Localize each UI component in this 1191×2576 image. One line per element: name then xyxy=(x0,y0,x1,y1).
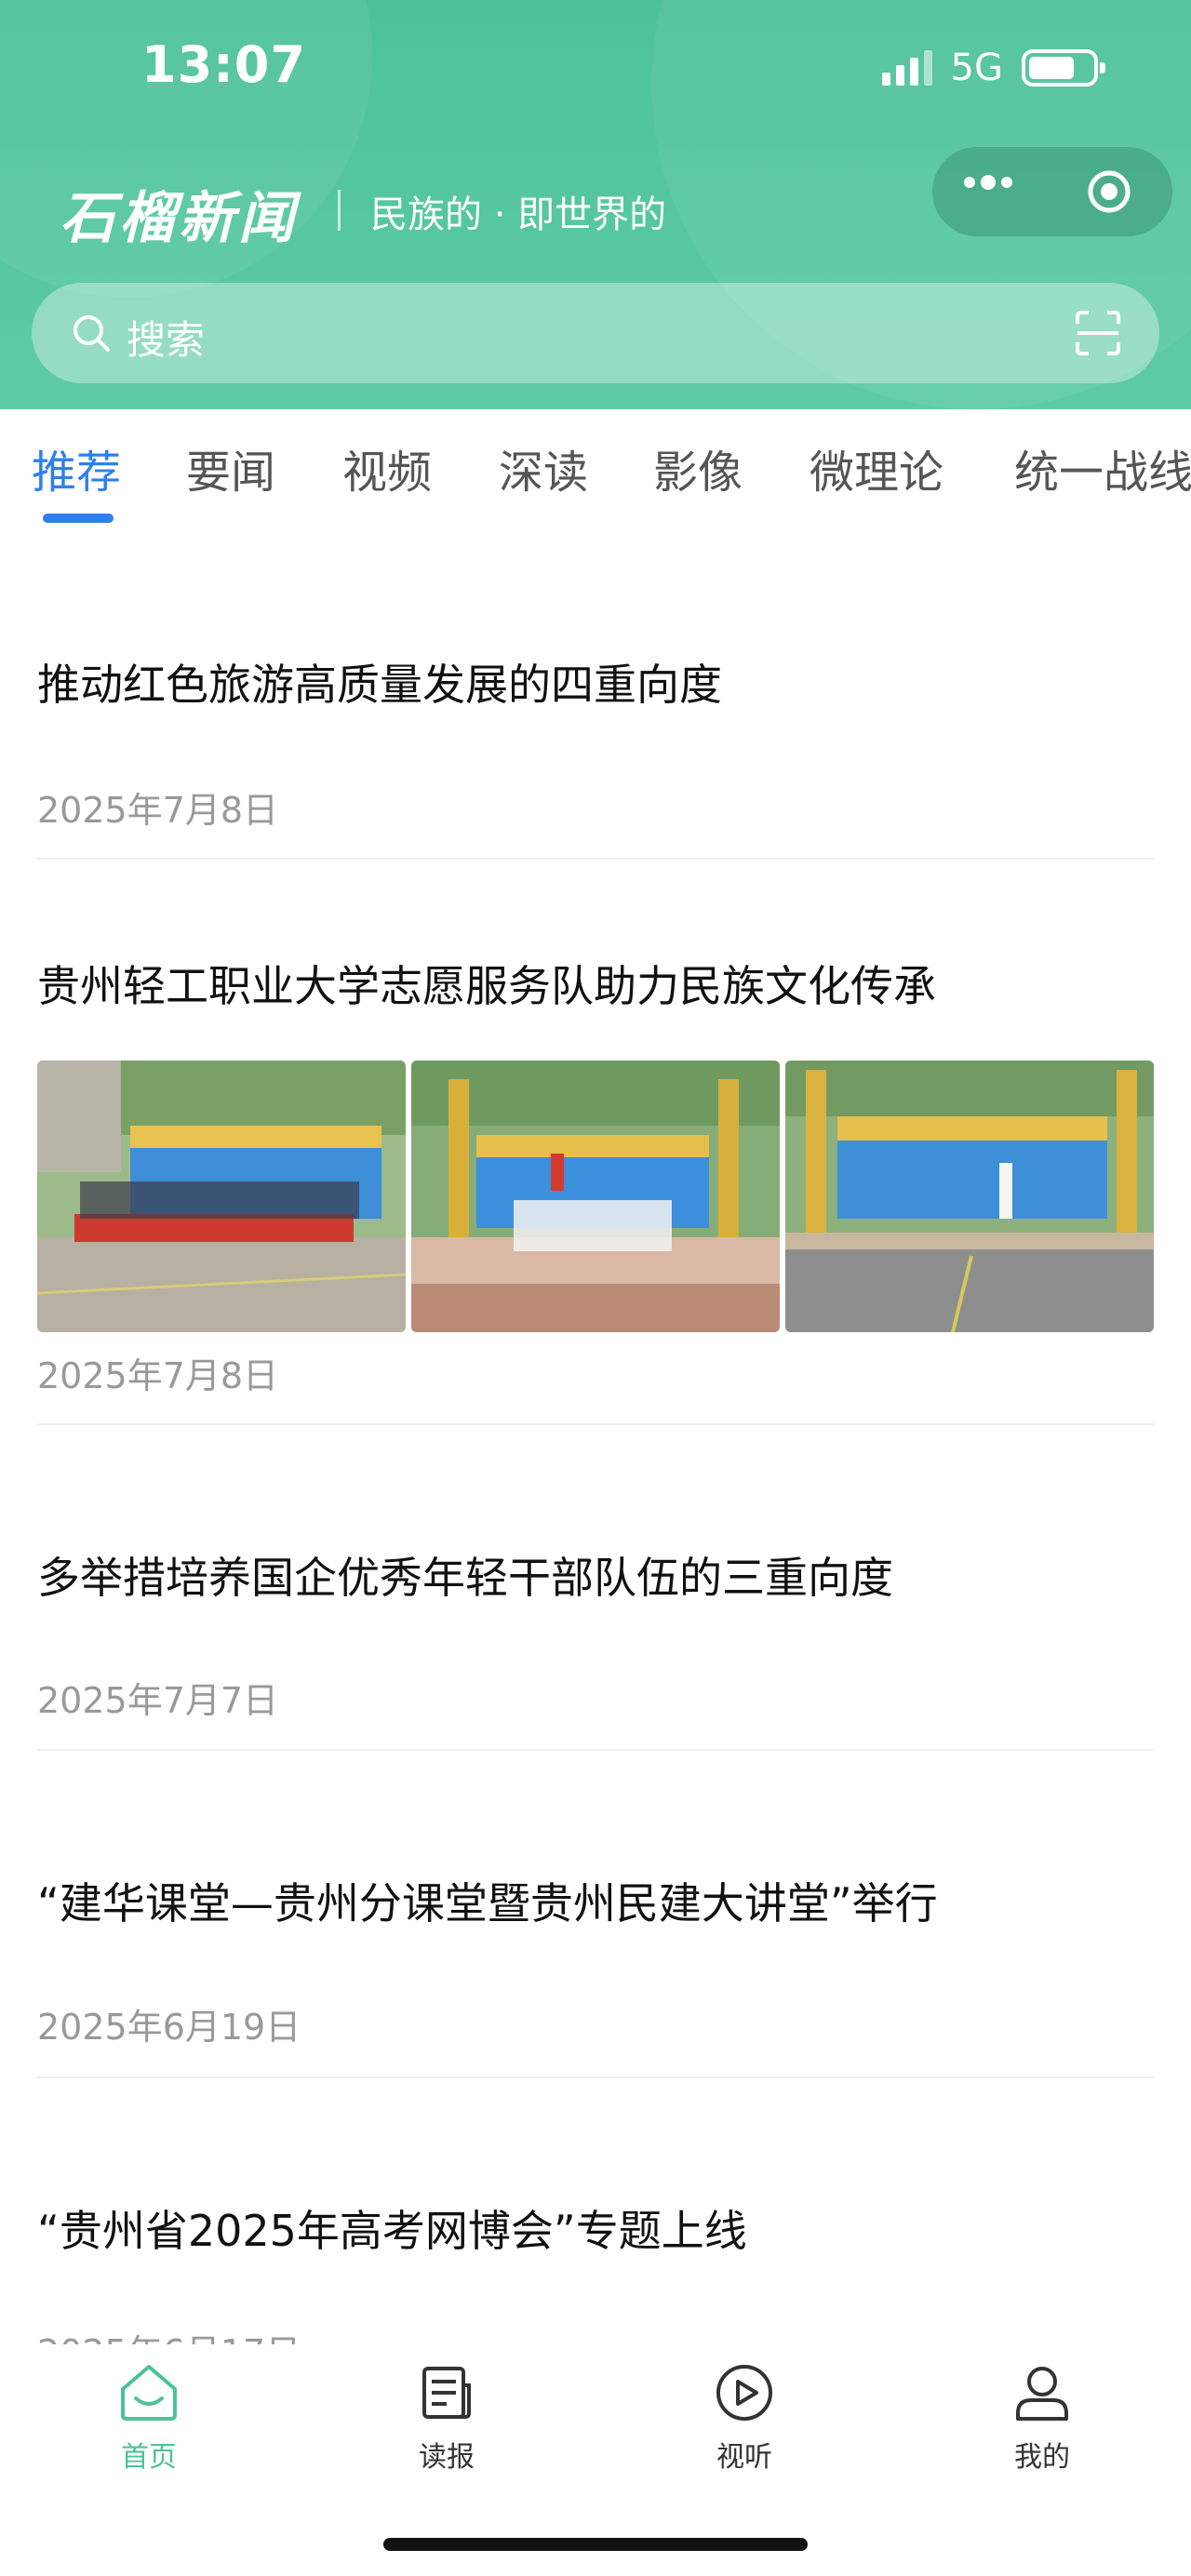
nav-media-label: 视听 xyxy=(716,2441,772,2474)
search-bar[interactable]: 搜索 xyxy=(32,283,1159,383)
search-placeholder: 搜索 xyxy=(127,317,206,363)
news-item[interactable]: 推动红色旅游高质量发展的四重向度 xyxy=(37,651,1154,713)
news-date-row: 2025年6月19日 xyxy=(37,1998,1154,2049)
news-photo[interactable] xyxy=(37,1061,406,1332)
brand-slogan: 民族的 · 即世界的 xyxy=(370,194,667,236)
status-time: 13:07 xyxy=(141,35,306,94)
scan-icon[interactable] xyxy=(1074,309,1122,357)
news-date-row: 2025年7月8日 xyxy=(37,781,1154,833)
home-icon xyxy=(121,2365,177,2421)
mini-program-capsule xyxy=(932,147,1172,236)
nav-home[interactable]: 首页 xyxy=(74,2361,223,2475)
tab-united-front[interactable]: 统一战线 xyxy=(1014,435,1191,501)
news-date: 2025年6月19日 xyxy=(37,2007,301,2048)
close-miniprogram-icon[interactable] xyxy=(1085,167,1133,216)
battery-icon xyxy=(1022,49,1105,87)
tab-recommend[interactable]: 推荐 xyxy=(32,435,121,501)
nav-profile[interactable]: 我的 xyxy=(968,2361,1117,2475)
news-photo[interactable] xyxy=(785,1061,1154,1332)
news-item[interactable]: “建华课堂—贵州分课堂暨贵州民建大讲堂”举行 xyxy=(37,1870,1154,1931)
news-date-row: 2025年7月8日 xyxy=(37,1347,1154,1398)
nav-profile-label: 我的 xyxy=(1014,2441,1070,2474)
tab-photo[interactable]: 影像 xyxy=(653,435,743,501)
app-header: 13:07 5G 石榴新闻 民族的 · 即世界的 搜索 xyxy=(0,0,1191,409)
user-icon xyxy=(1016,2367,1068,2421)
news-title: 多举措培养国企优秀年轻干部队伍的三重向度 xyxy=(37,1553,893,1603)
more-options-button[interactable] xyxy=(964,175,1012,190)
nav-newspaper[interactable]: 读报 xyxy=(372,2361,521,2475)
news-image-gallery[interactable] xyxy=(37,1061,1154,1332)
search-icon xyxy=(74,315,110,352)
category-tabs: 推荐 要闻 视频 深读 影像 微理论 统一战线 xyxy=(0,409,1191,530)
news-date: 2025年7月7日 xyxy=(37,1680,279,1721)
news-item[interactable]: “贵州省2025年高考网博会”专题上线 xyxy=(37,2197,1154,2259)
nav-newspaper-label: 读报 xyxy=(419,2441,475,2474)
nav-home-label: 首页 xyxy=(121,2441,177,2474)
divider xyxy=(37,858,1154,860)
newspaper-icon xyxy=(422,2367,471,2419)
news-date: 2025年7月8日 xyxy=(37,1355,279,1396)
news-date: 2025年7月8日 xyxy=(37,790,279,831)
tab-video[interactable]: 视频 xyxy=(342,435,432,501)
news-title: “贵州省2025年高考网博会”专题上线 xyxy=(37,2206,747,2256)
news-photo[interactable] xyxy=(411,1061,780,1332)
news-photo-image xyxy=(37,1061,406,1332)
divider xyxy=(37,2076,1154,2078)
signal-icon xyxy=(881,50,932,86)
active-tab-indicator xyxy=(43,514,114,523)
news-item[interactable]: 贵州轻工职业大学志愿服务队助力民族文化传承 xyxy=(37,953,1154,1014)
news-title: “建华课堂—贵州分课堂暨贵州民建大讲堂”举行 xyxy=(37,1878,938,1929)
divider xyxy=(37,1423,1154,1425)
news-photo-image xyxy=(785,1061,1154,1332)
tab-deep-read[interactable]: 深读 xyxy=(499,435,588,501)
home-indicator[interactable] xyxy=(383,2538,808,2551)
news-title: 推动红色旅游高质量发展的四重向度 xyxy=(37,660,722,710)
tab-news[interactable]: 要闻 xyxy=(186,435,275,501)
news-date-row: 2025年7月7日 xyxy=(37,1672,1154,1723)
news-item[interactable]: 多举措培养国企优秀年轻干部队伍的三重向度 xyxy=(37,1544,1154,1606)
network-type: 5G xyxy=(950,47,1003,89)
brand-divider xyxy=(338,190,341,231)
news-title: 贵州轻工职业大学志愿服务队助力民族文化传承 xyxy=(37,961,936,1011)
divider xyxy=(37,1749,1154,1751)
tab-micro-theory[interactable]: 微理论 xyxy=(810,435,943,501)
status-bar-right: 5G xyxy=(881,47,1105,89)
news-photo-image xyxy=(411,1061,780,1332)
nav-media[interactable]: 视听 xyxy=(670,2361,819,2475)
play-icon xyxy=(716,2365,772,2421)
brand-logo: 石榴新闻 xyxy=(60,186,298,251)
